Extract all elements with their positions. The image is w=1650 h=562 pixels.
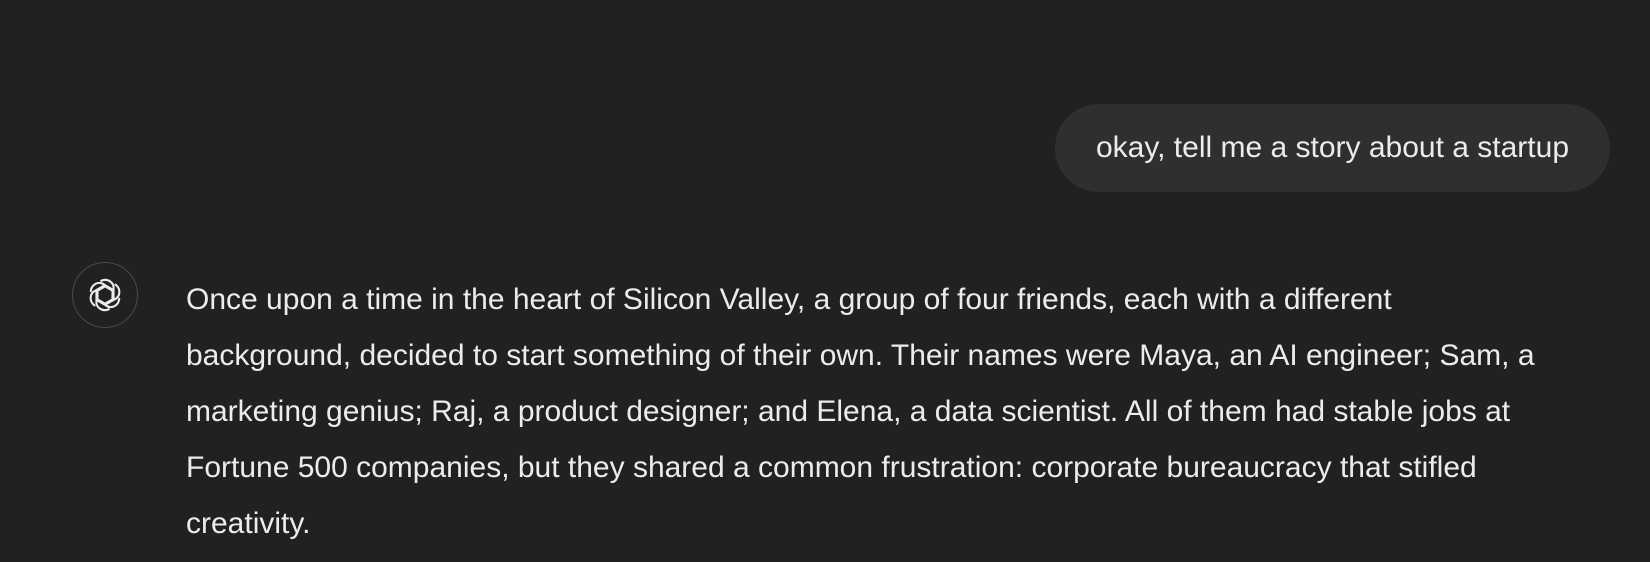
assistant-avatar (72, 262, 138, 328)
user-message-text: okay, tell me a story about a startup (1095, 131, 1569, 164)
user-message-bubble: okay, tell me a story about a startup (1054, 104, 1610, 192)
assistant-message-text: Once upon a time in the heart of Silicon… (186, 283, 1535, 540)
openai-logo-icon (89, 278, 121, 312)
chat-conversation: okay, tell me a story about a startup On… (0, 0, 1650, 562)
